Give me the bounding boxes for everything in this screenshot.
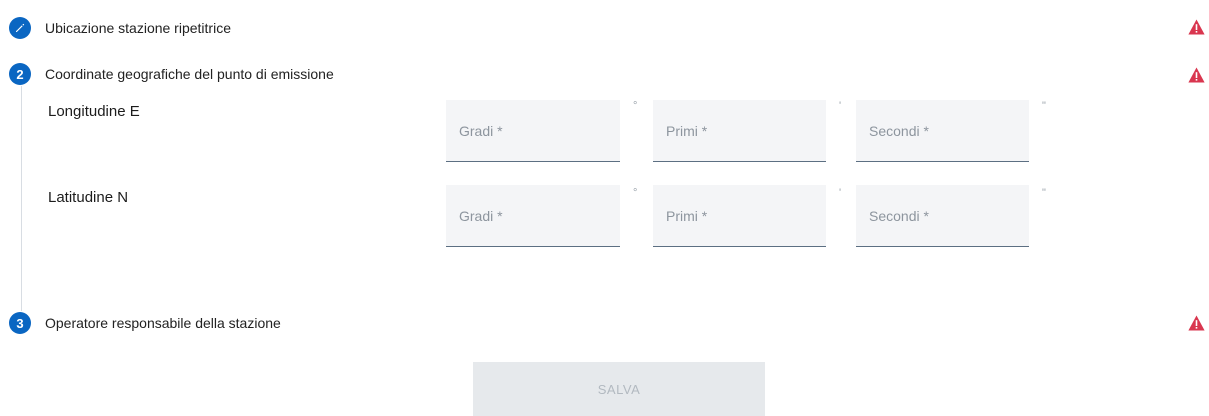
field-placeholder: Gradi * [459,208,503,224]
latitude-minutes-field[interactable]: Primi * [653,185,826,247]
step-operatore[interactable]: 3 Operatore responsabile della stazione [9,311,281,335]
stepper-connector-line [21,86,22,311]
field-placeholder: Secondi * [869,123,929,139]
latitude-seconds-field[interactable]: Secondi * [856,185,1029,247]
longitude-minutes-field[interactable]: Primi * [653,100,826,162]
minutes-symbol: ' [839,187,842,199]
warning-icon [1188,19,1205,35]
field-placeholder: Gradi * [459,123,503,139]
warning-icon [1188,315,1205,331]
latitude-degrees-field[interactable]: Gradi * [446,185,620,247]
field-placeholder: Primi * [666,123,708,139]
seconds-symbol: " [1042,187,1046,199]
step-label: Coordinate geografiche del punto di emis… [45,66,334,82]
step-number-icon: 2 [9,63,31,85]
warning-icon [1188,67,1205,83]
pencil-icon [9,17,31,39]
step-coordinate[interactable]: 2 Coordinate geografiche del punto di em… [9,62,334,86]
step-ubicazione[interactable]: Ubicazione stazione ripetitrice [9,16,231,40]
station-form: Ubicazione stazione ripetitrice 2 Coordi… [0,0,1209,416]
degrees-symbol: ° [633,187,638,199]
field-placeholder: Primi * [666,208,708,224]
step-label: Ubicazione stazione ripetitrice [45,20,231,36]
longitude-label: Longitudine E [48,103,140,120]
longitude-seconds-field[interactable]: Secondi * [856,100,1029,162]
save-button[interactable]: SALVA [473,362,765,416]
step-number-icon: 3 [9,312,31,334]
longitude-degrees-field[interactable]: Gradi * [446,100,620,162]
seconds-symbol: " [1042,100,1046,112]
latitude-label: Latitudine N [48,189,129,206]
field-placeholder: Secondi * [869,208,929,224]
minutes-symbol: ' [839,100,842,112]
degrees-symbol: ° [633,100,638,112]
step-label: Operatore responsabile della stazione [45,315,281,331]
